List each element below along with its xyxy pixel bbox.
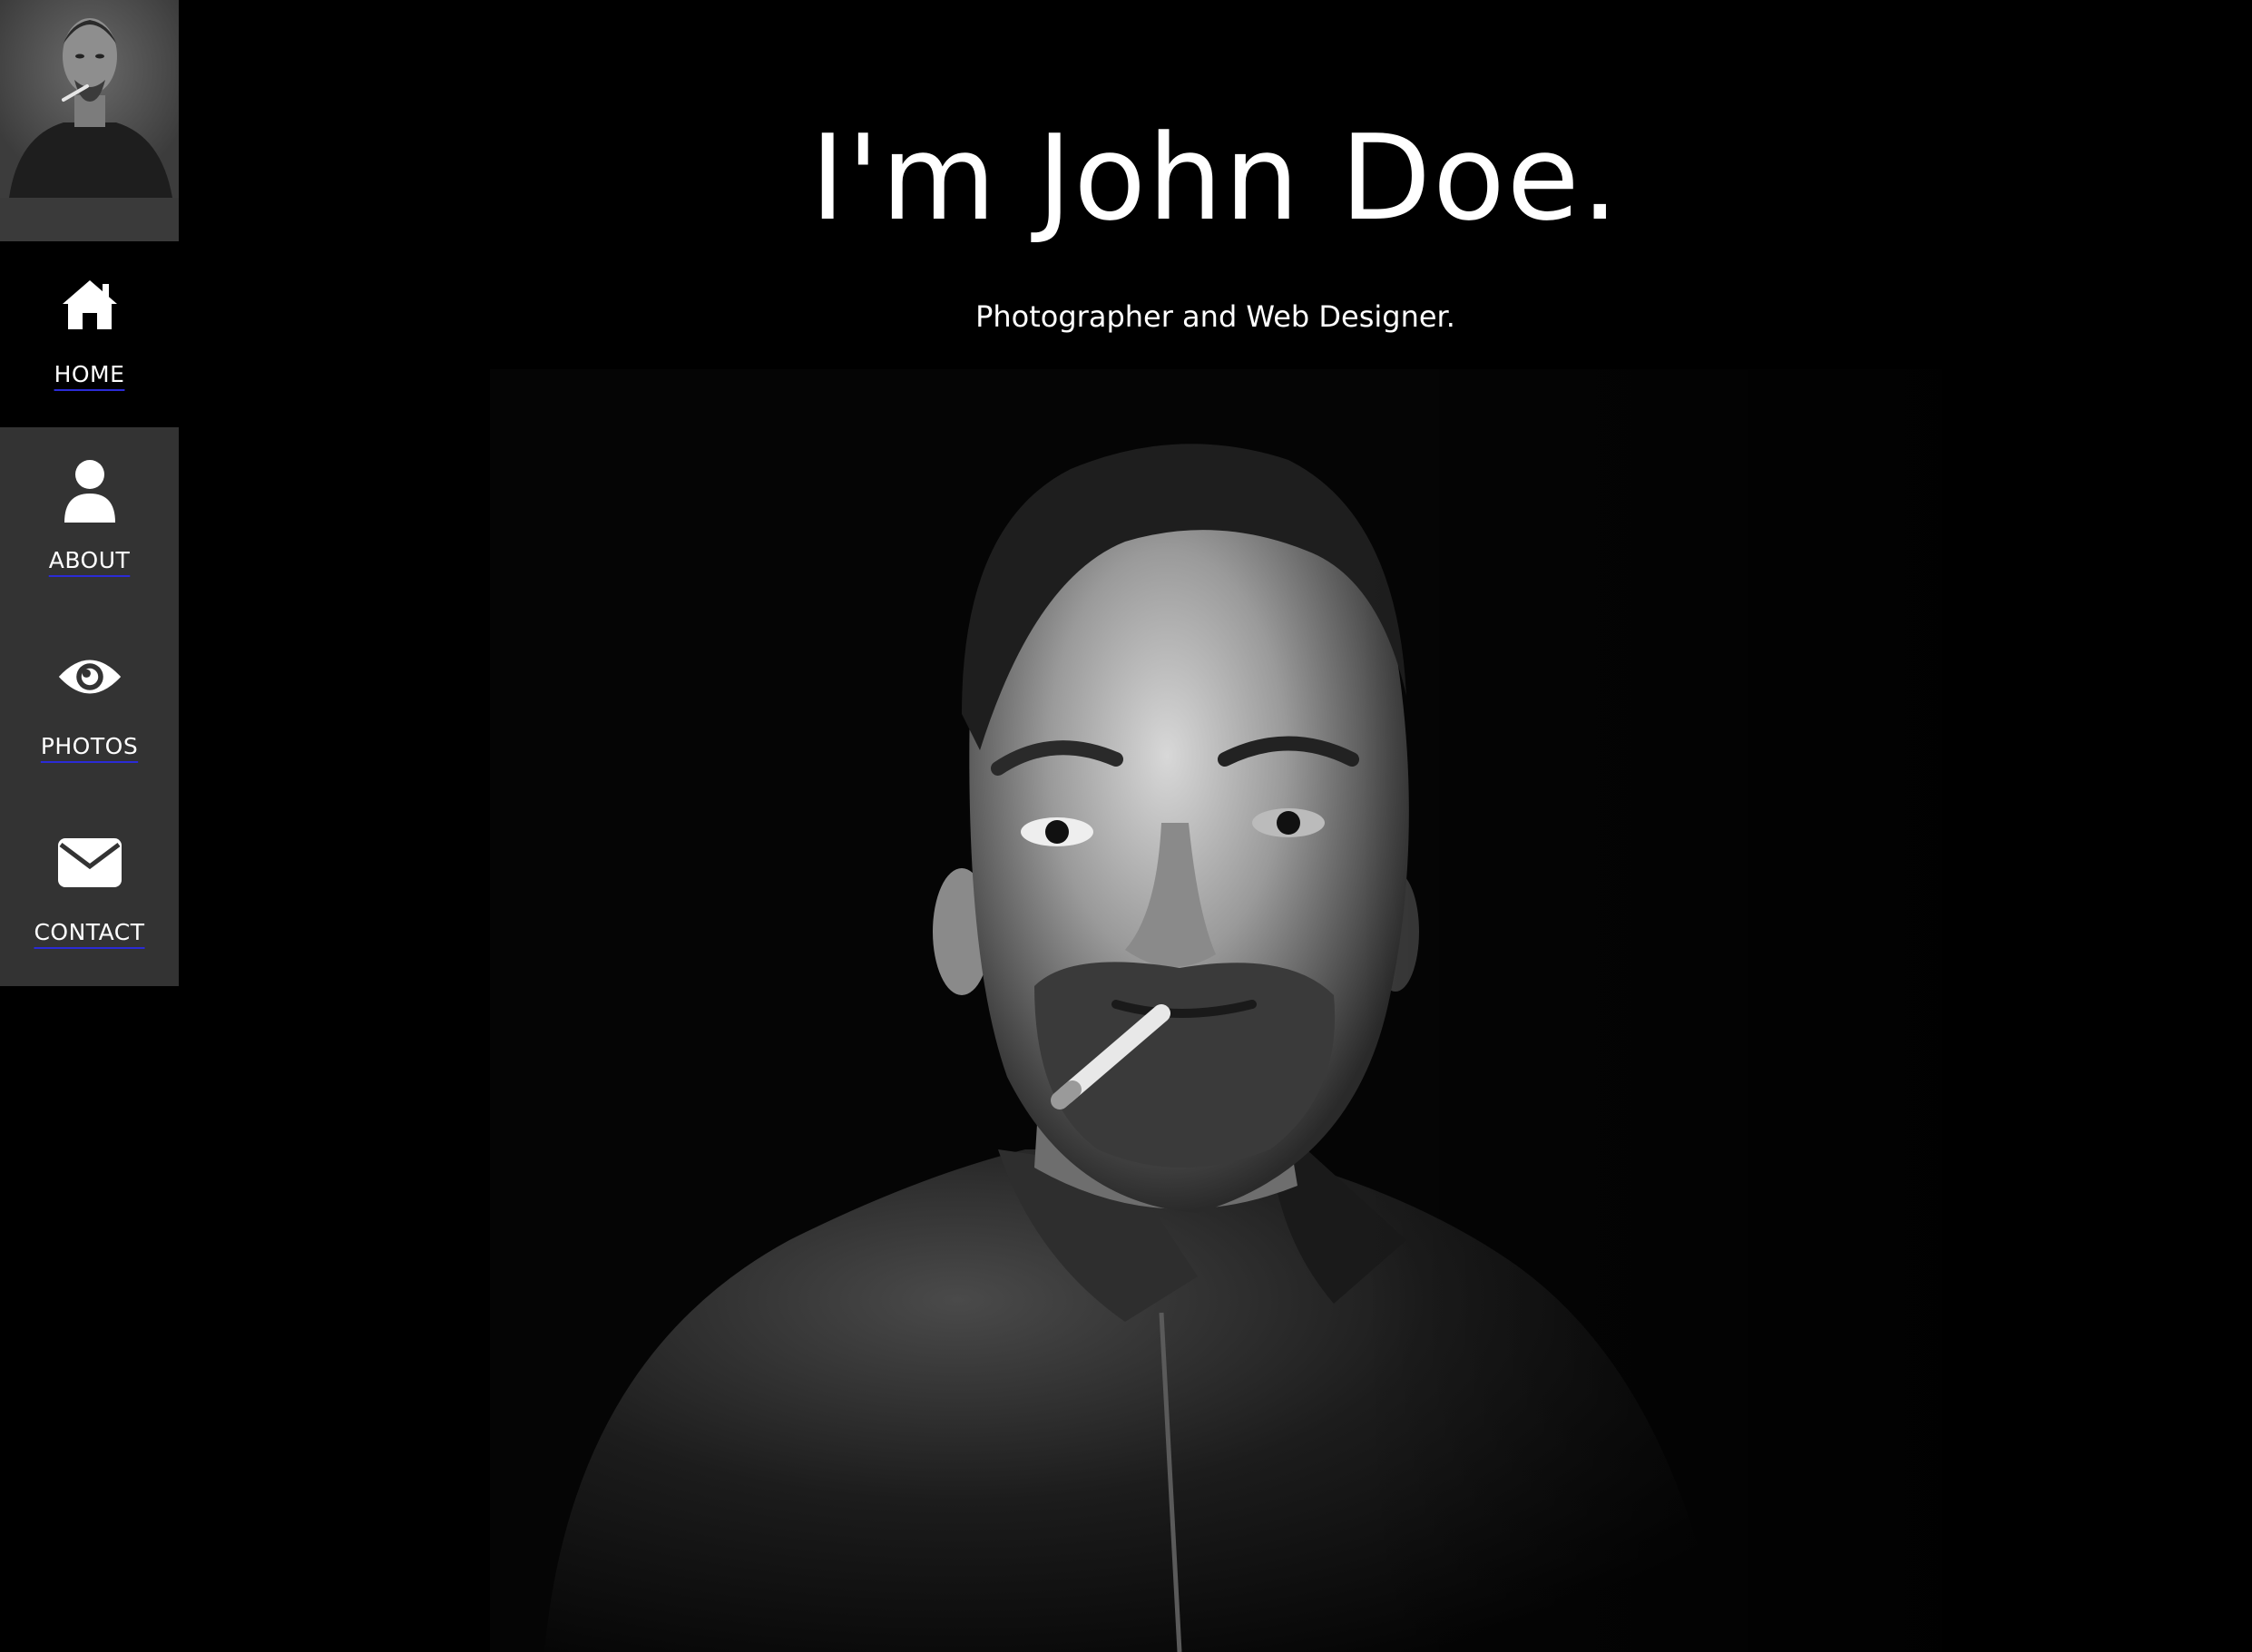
nav-item-home[interactable]: HOME <box>0 241 179 427</box>
nav-menu: HOME ABOUT PHOTOS CONTACT <box>0 241 179 985</box>
sidebar: HOME ABOUT PHOTOS CONTACT <box>0 0 179 986</box>
user-icon <box>57 458 122 523</box>
main-content: I'm John Doe. Photographer and Web Desig… <box>179 0 2252 1652</box>
nav-label-contact: CONTACT <box>34 919 145 945</box>
avatar-image <box>0 0 179 198</box>
eye-icon <box>57 644 122 709</box>
avatar[interactable] <box>0 0 179 198</box>
page-title: I'm John Doe. <box>810 109 1620 247</box>
sidebar-spacer <box>0 198 179 241</box>
nav-item-contact[interactable]: CONTACT <box>0 799 179 985</box>
nav-label-photos: PHOTOS <box>40 733 139 759</box>
portrait-photo <box>490 369 1942 1652</box>
hero-portrait <box>490 369 1942 1652</box>
nav-item-about[interactable]: ABOUT <box>0 427 179 613</box>
nav-label-home: HOME <box>54 361 125 387</box>
nav-label-about: ABOUT <box>48 547 131 573</box>
page-subtitle: Photographer and Web Designer. <box>975 299 1455 334</box>
nav-item-photos[interactable]: PHOTOS <box>0 613 179 799</box>
envelope-icon <box>57 830 122 895</box>
home-icon <box>57 272 122 337</box>
